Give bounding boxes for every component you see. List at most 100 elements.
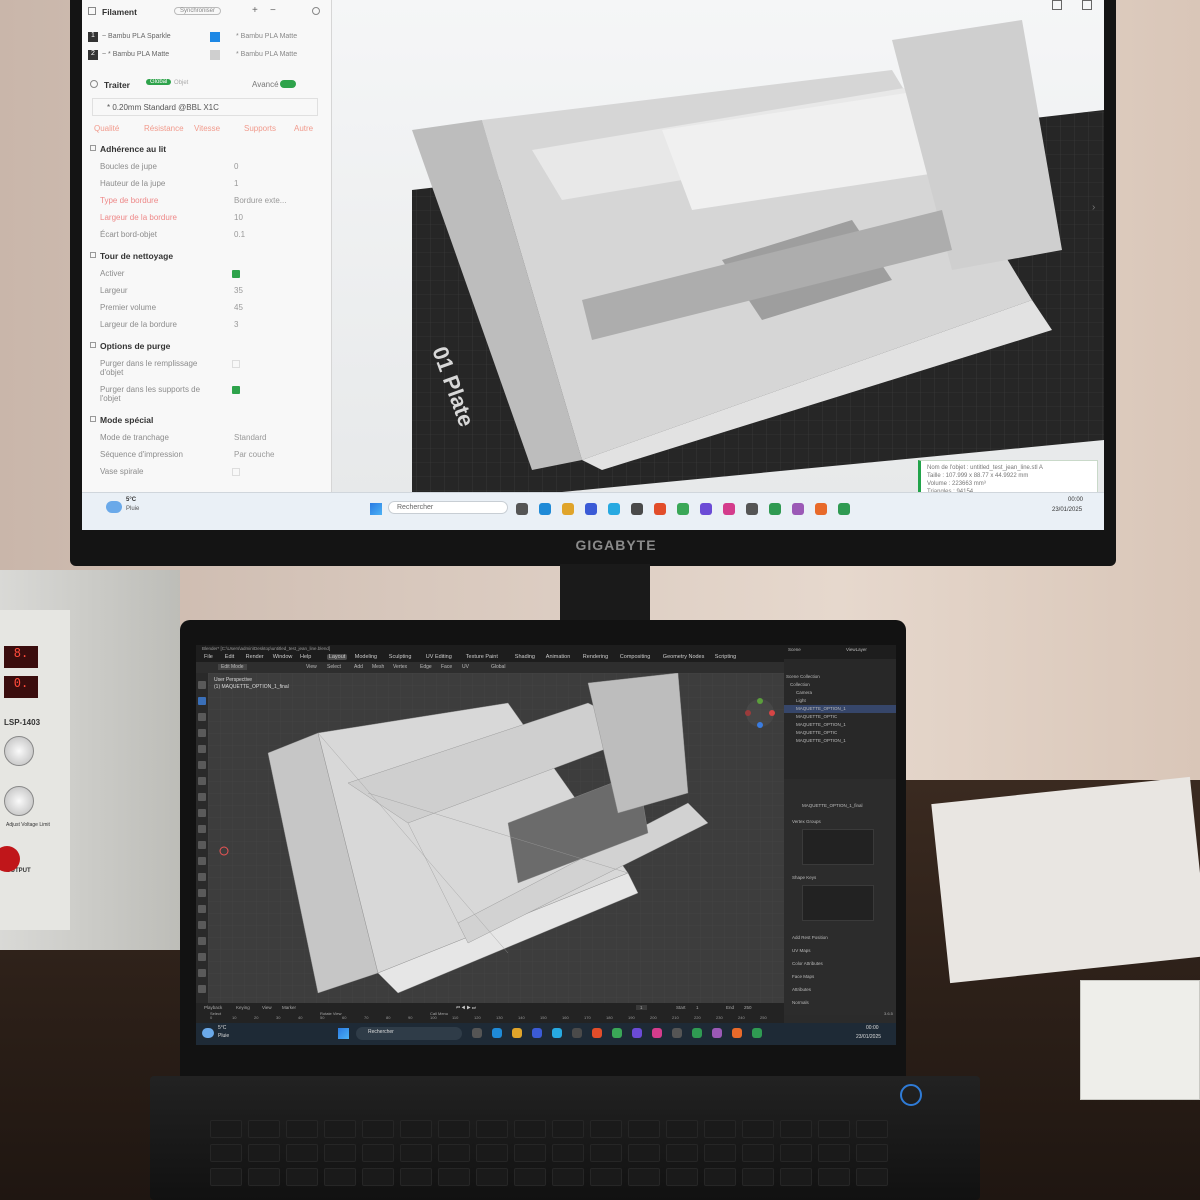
- tool-icon[interactable]: [198, 729, 206, 737]
- timeline-menu-item[interactable]: Playback: [204, 1005, 222, 1010]
- setting-checkbox[interactable]: [232, 386, 240, 394]
- setting-value[interactable]: 45: [234, 303, 243, 312]
- keyboard-key[interactable]: [514, 1120, 546, 1138]
- setting-checkbox[interactable]: [232, 468, 240, 476]
- keyboard-key[interactable]: [248, 1168, 280, 1186]
- blender-menu-item[interactable]: Window: [273, 654, 293, 660]
- setting-checkbox[interactable]: [232, 270, 240, 278]
- header-menu-item[interactable]: Vertex: [393, 664, 407, 670]
- taskbar-app-icon[interactable]: [677, 503, 689, 515]
- laptop-taskbar-app-icon[interactable]: [512, 1028, 522, 1038]
- settings-section[interactable]: Mode spécial: [82, 413, 332, 427]
- blender-menu-item[interactable]: Help: [300, 654, 311, 660]
- filament-row[interactable]: 2 ~ * Bambu PLA Matte * Bambu PLA Matte: [82, 48, 332, 64]
- current-frame[interactable]: 1: [636, 1005, 647, 1010]
- filament-slot[interactable]: * Bambu PLA Matte: [236, 33, 297, 40]
- blender-menu-item[interactable]: Render: [246, 654, 264, 660]
- properties-section[interactable]: Vertex Groups: [792, 819, 821, 824]
- taskbar-app-icon[interactable]: [539, 503, 551, 515]
- setting-value[interactable]: Standard: [234, 433, 266, 442]
- advanced-toggle[interactable]: [280, 80, 296, 88]
- keyboard-key[interactable]: [210, 1168, 242, 1186]
- tool-icon[interactable]: [198, 825, 206, 833]
- header-menu-item[interactable]: Select: [327, 664, 341, 670]
- keyboard-key[interactable]: [666, 1144, 698, 1162]
- tool-icon[interactable]: [198, 857, 206, 865]
- keyboard-key[interactable]: [476, 1144, 508, 1162]
- tool-icon[interactable]: [198, 905, 206, 913]
- keyboard-key[interactable]: [856, 1144, 888, 1162]
- keyboard-key[interactable]: [476, 1120, 508, 1138]
- header-menu-item[interactable]: Add: [354, 664, 363, 670]
- filament-color-swatch[interactable]: [210, 50, 220, 60]
- laptop-taskbar-app-icon[interactable]: [552, 1028, 562, 1038]
- tool-icon[interactable]: [198, 809, 206, 817]
- setting-checkbox[interactable]: [232, 360, 240, 368]
- laptop-start-icon[interactable]: [338, 1028, 349, 1039]
- filament-name[interactable]: ~ * Bambu PLA Matte: [102, 51, 169, 58]
- laptop-taskbar-app-icon[interactable]: [752, 1028, 762, 1038]
- filament-name[interactable]: ~ Bambu PLA Sparkle: [102, 33, 171, 40]
- workspace-tab[interactable]: Shading: [515, 654, 535, 660]
- tool-icon[interactable]: [198, 985, 206, 993]
- timeline-menu-item[interactable]: Keying: [236, 1005, 250, 1010]
- setting-value[interactable]: 0.1: [234, 230, 245, 239]
- taskbar-app-icon[interactable]: [700, 503, 712, 515]
- setting-value[interactable]: 35: [234, 286, 243, 295]
- laptop-taskbar-app-icon[interactable]: [712, 1028, 722, 1038]
- laptop-taskbar-app-icon[interactable]: [592, 1028, 602, 1038]
- properties-section[interactable]: Normals: [792, 1000, 809, 1005]
- workspace-tab[interactable]: Animation: [546, 654, 570, 660]
- properties-list[interactable]: [802, 829, 874, 865]
- current-knob[interactable]: [4, 786, 34, 816]
- workspace-tab[interactable]: Rendering: [583, 654, 608, 660]
- tool-icon[interactable]: [198, 889, 206, 897]
- laptop-taskbar-app-icon[interactable]: [612, 1028, 622, 1038]
- keyboard-key[interactable]: [362, 1168, 394, 1186]
- keyboard-key[interactable]: [248, 1120, 280, 1138]
- timeline-menu-item[interactable]: View: [262, 1005, 272, 1010]
- properties-list[interactable]: [802, 885, 874, 921]
- tool-icon[interactable]: [198, 777, 206, 785]
- keyboard-key[interactable]: [780, 1120, 812, 1138]
- laptop-taskbar-app-icon[interactable]: [472, 1028, 482, 1038]
- tool-icon[interactable]: [198, 969, 206, 977]
- laptop-search[interactable]: Rechercher: [356, 1027, 462, 1040]
- settings-tab[interactable]: Vitesse: [194, 124, 220, 133]
- keyboard-key[interactable]: [628, 1168, 660, 1186]
- keyboard-key[interactable]: [552, 1120, 584, 1138]
- laptop-taskbar-app-icon[interactable]: [692, 1028, 702, 1038]
- setting-value[interactable]: 1: [234, 179, 238, 188]
- laptop-taskbar-app-icon[interactable]: [632, 1028, 642, 1038]
- taskbar-app-icon[interactable]: [585, 503, 597, 515]
- setting-value[interactable]: Bordure exte...: [234, 196, 286, 205]
- settings-icon[interactable]: [312, 7, 320, 15]
- keyboard-key[interactable]: [286, 1120, 318, 1138]
- taskbar-search[interactable]: Rechercher: [388, 501, 508, 514]
- taskbar-app-icon[interactable]: [608, 503, 620, 515]
- keyboard-key[interactable]: [552, 1144, 584, 1162]
- start-frame[interactable]: 1: [696, 1005, 699, 1010]
- keyboard-key[interactable]: [704, 1120, 736, 1138]
- tool-icon[interactable]: [198, 681, 206, 689]
- keyboard-key[interactable]: [210, 1120, 242, 1138]
- keyboard-key[interactable]: [742, 1168, 774, 1186]
- keyboard-key[interactable]: [742, 1120, 774, 1138]
- keyboard-key[interactable]: [628, 1120, 660, 1138]
- tool-icon[interactable]: [198, 761, 206, 769]
- keyboard-key[interactable]: [324, 1144, 356, 1162]
- laptop-taskbar-app-icon[interactable]: [492, 1028, 502, 1038]
- workspace-tab[interactable]: Scripting: [715, 654, 736, 660]
- settings-tab[interactable]: Qualité: [94, 124, 119, 133]
- profile-select[interactable]: * 0.20mm Standard @BBL X1C: [107, 103, 219, 112]
- keyboard-key[interactable]: [324, 1168, 356, 1186]
- settings-section[interactable]: Tour de nettoyage: [82, 249, 332, 263]
- keyboard-key[interactable]: [856, 1120, 888, 1138]
- keyboard-key[interactable]: [590, 1120, 622, 1138]
- taskbar-app-icon[interactable]: [631, 503, 643, 515]
- filament-slot[interactable]: * Bambu PLA Matte: [236, 51, 297, 58]
- keyboard-key[interactable]: [286, 1168, 318, 1186]
- blender-viewport[interactable]: User Perspective (1) MAQUETTE_OPTION_1_f…: [208, 672, 784, 1003]
- keyboard-key[interactable]: [666, 1168, 698, 1186]
- properties-section[interactable]: Color Attributes: [792, 961, 823, 966]
